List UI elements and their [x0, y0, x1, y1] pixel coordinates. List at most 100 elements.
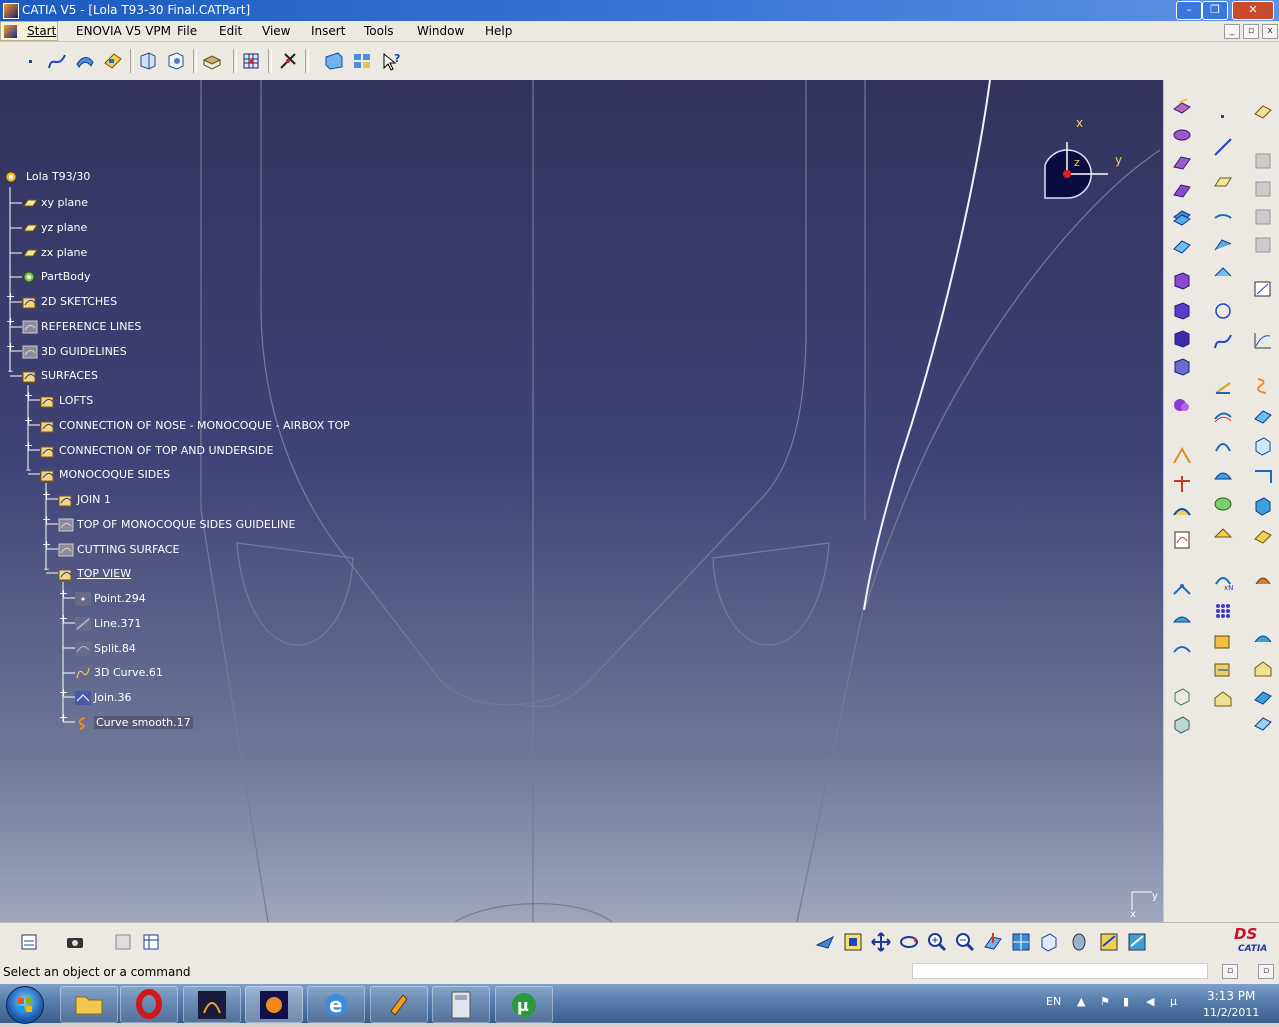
hidden-view-icon[interactable]	[165, 50, 187, 72]
select-icon[interactable]	[18, 931, 40, 953]
geometry-canvas[interactable]: x y z y x	[0, 80, 1163, 922]
menu-tools[interactable]: Tools	[364, 24, 394, 38]
parallel-curve-icon[interactable]	[1212, 405, 1234, 427]
action-center-icon[interactable]: ⚑	[1100, 995, 1110, 1008]
catalog-save-icon[interactable]	[1212, 688, 1234, 710]
tray-arrow-icon[interactable]: ▲	[1077, 995, 1085, 1008]
swap-icon[interactable]	[1252, 375, 1274, 397]
corner-icon[interactable]	[1212, 465, 1234, 487]
spline-tool-icon[interactable]	[1212, 330, 1234, 352]
join-icon[interactable]	[1171, 270, 1193, 292]
3d-viewport[interactable]: x y z y x Lola T93/30 xy plane yz plane …	[0, 80, 1163, 922]
tree-expand-icon[interactable]: +	[42, 539, 51, 550]
reflect-line-icon[interactable]	[1212, 262, 1234, 284]
taskbar-winamp[interactable]	[370, 986, 428, 1023]
curve-analysis-graph-icon[interactable]	[1252, 330, 1274, 352]
taskbar-opera[interactable]	[120, 986, 178, 1023]
compass[interactable]: x y z	[1044, 116, 1122, 199]
menu-insert[interactable]: Insert	[311, 24, 345, 38]
zoom-in-icon[interactable]	[926, 931, 948, 953]
revolve-surface-icon[interactable]	[1171, 123, 1193, 145]
split-icon[interactable]	[1171, 300, 1193, 322]
boundary-icon[interactable]	[1171, 356, 1193, 378]
projection-curve-icon[interactable]	[1212, 206, 1234, 228]
doc-restore-button[interactable]: ▫	[1243, 24, 1259, 39]
sweep-surface-icon[interactable]	[74, 50, 96, 72]
extrapolate-icon[interactable]	[1171, 445, 1193, 467]
shape-fillet-icon[interactable]	[1252, 465, 1274, 487]
status-button[interactable]: ▫	[1222, 964, 1238, 979]
tree-expand-icon[interactable]: +	[6, 316, 15, 327]
menu-start[interactable]: Start	[27, 24, 56, 38]
tree-expand-icon[interactable]: +	[59, 712, 68, 723]
catalog-icon[interactable]	[351, 50, 373, 72]
clock-date[interactable]: 11/2/2011	[1203, 1006, 1259, 1019]
tree-expand-icon[interactable]: +	[42, 489, 51, 500]
intersect-icon[interactable]	[1171, 473, 1193, 495]
loft-icon[interactable]	[1212, 523, 1234, 545]
swap-visible-space-icon[interactable]	[323, 50, 345, 72]
table-icon[interactable]	[140, 931, 162, 953]
catia-app-icon[interactable]	[3, 3, 19, 19]
tree-collapse-icon[interactable]: –	[42, 563, 51, 574]
wrap-icon[interactable]	[1252, 525, 1274, 547]
power-copy-icon[interactable]	[1212, 630, 1234, 652]
pattern-icon[interactable]	[1212, 600, 1234, 622]
language-indicator[interactable]: EN	[1046, 995, 1061, 1008]
status-button-2[interactable]: ▫	[1258, 964, 1274, 979]
sketcher-icon[interactable]	[1252, 100, 1274, 122]
trim-icon[interactable]	[1171, 328, 1193, 350]
sketch-icon[interactable]	[1252, 278, 1274, 300]
measure-icon[interactable]	[102, 50, 124, 72]
connect-curve-icon[interactable]	[1212, 435, 1234, 457]
line-creation-icon[interactable]	[1212, 136, 1234, 158]
tree-expand-icon[interactable]: +	[6, 291, 15, 302]
combine-icon[interactable]	[1212, 234, 1234, 256]
menu-view[interactable]: View	[262, 24, 290, 38]
minimize-button[interactable]: –	[1176, 1, 1202, 20]
start-menu[interactable]: Start	[0, 21, 58, 41]
windows-start-button[interactable]	[6, 986, 44, 1024]
rotate-icon[interactable]	[898, 931, 920, 953]
menu-window[interactable]: Window	[417, 24, 464, 38]
tree-expand-icon[interactable]: +	[6, 341, 15, 352]
repetition-icon[interactable]: xN	[1212, 570, 1234, 592]
view-mode-icon[interactable]	[137, 50, 159, 72]
projection-icon[interactable]	[1171, 640, 1193, 662]
bridge-icon[interactable]	[1171, 501, 1193, 523]
taskbar-ie[interactable]: e	[307, 986, 365, 1023]
develop-icon[interactable]	[1252, 405, 1274, 427]
doc-close-button[interactable]: x	[1262, 24, 1278, 39]
shaded-box-icon[interactable]	[1171, 713, 1193, 735]
menu-help[interactable]: Help	[485, 24, 512, 38]
curve-analysis-icon[interactable]	[1171, 529, 1193, 551]
tree-expand-icon[interactable]: +	[59, 588, 68, 599]
umbrella-icon[interactable]	[1171, 610, 1193, 632]
wireframe-box-icon[interactable]	[1171, 685, 1193, 707]
capture-icon[interactable]	[64, 931, 86, 953]
menu-edit[interactable]: Edit	[219, 24, 242, 38]
taskbar-explorer[interactable]	[60, 986, 118, 1023]
tree-expand-icon[interactable]: +	[59, 613, 68, 624]
rib-icon[interactable]	[1252, 495, 1274, 517]
pan-icon[interactable]	[870, 931, 892, 953]
fill-icon[interactable]	[1171, 179, 1193, 201]
whats-this-help-icon[interactable]: ?	[380, 50, 402, 72]
grid-icon[interactable]	[240, 50, 262, 72]
blend-icon[interactable]	[1171, 235, 1193, 257]
point-tool-icon[interactable]	[1171, 580, 1193, 602]
extrude-surface-icon[interactable]	[1171, 95, 1193, 117]
deform-icon[interactable]	[1252, 658, 1274, 680]
taskbar-3ds[interactable]	[183, 986, 241, 1023]
menu-enovia[interactable]: ENOVIA V5 VPM	[76, 24, 171, 38]
normal-view-icon[interactable]	[982, 931, 1004, 953]
shading-icon[interactable]	[1068, 931, 1090, 953]
command-input[interactable]	[912, 963, 1208, 979]
snap-icon[interactable]	[277, 50, 299, 72]
doc-minimize-button[interactable]: _	[1224, 24, 1240, 39]
tree-collapse-icon[interactable]: –	[24, 464, 33, 475]
taskbar-catia[interactable]	[245, 986, 303, 1023]
zoom-out-icon[interactable]	[954, 931, 976, 953]
shape-rework-icon[interactable]	[1252, 712, 1274, 734]
spline-icon[interactable]	[46, 50, 68, 72]
